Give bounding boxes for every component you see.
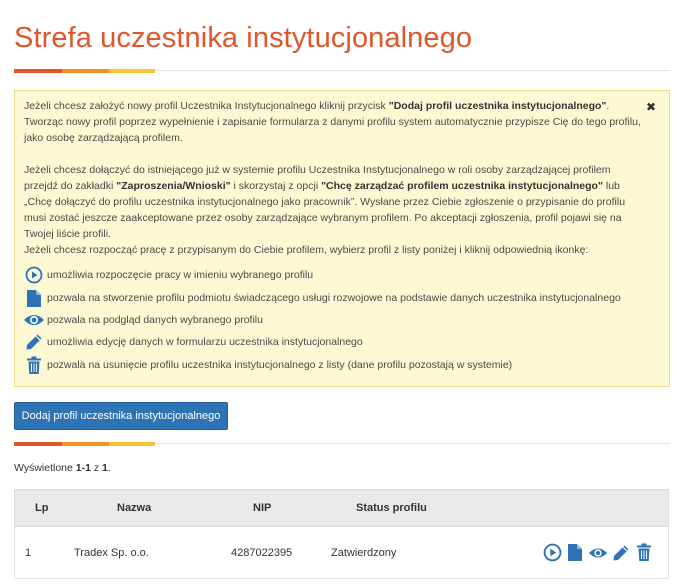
document-icon[interactable] [565,542,585,564]
info-paragraph-3: Jeżeli chcesz rozpocząć pracę z przypisa… [24,244,589,256]
cell-name: Tradex Sp. o.o. [74,546,149,559]
info-box: ✖ Jeżeli chcesz założyć nowy profil Ucze… [14,90,670,387]
legend-text: umożliwia edycję danych w formularzu ucz… [47,336,363,348]
cell-lp: 1 [25,546,32,559]
title-divider [14,69,670,73]
legend-item-preview: pozwala na podgląd danych wybranego prof… [23,310,263,330]
legend-text: pozwala na podgląd danych wybranego prof… [47,314,263,326]
profiles-table: Lp Nazwa NIP Status profilu 1 Tradex Sp.… [14,489,669,579]
info-paragraph-2: Jeżeli chcesz dołączyć do istniejącego j… [24,164,626,240]
table-header: Lp Nazwa NIP Status profilu [14,489,669,527]
legend-item-start: umożliwia rozpoczęcie pracy w imieniu wy… [23,265,313,285]
col-header-status[interactable]: Status profilu [356,490,427,526]
legend-text: pozwala na stworzenie profilu podmiotu ś… [47,292,621,304]
info-paragraph-1: Jeżeli chcesz założyć nowy profil Uczest… [24,100,641,144]
document-icon [23,288,45,308]
eye-icon [23,310,45,330]
add-profile-button[interactable]: Dodaj profil uczestnika instytucjonalneg… [14,402,228,430]
pencil-icon [23,332,45,352]
page-title: Strefa uczestnika instytucjonalnego [14,22,473,54]
eye-icon[interactable] [588,542,608,564]
section-divider [14,442,670,446]
close-icon[interactable]: ✖ [646,99,656,115]
legend-item-edit: umożliwia edycję danych w formularzu ucz… [23,332,363,352]
results-count: Wyświetlone 1-1 z 1. [14,462,111,474]
col-header-lp[interactable]: Lp [35,490,48,526]
cell-nip: 4287022395 [231,546,293,559]
cell-status: Zatwierdzony [331,546,397,559]
play-circle-icon [23,265,45,285]
pencil-icon[interactable] [611,542,631,564]
trash-icon [23,355,45,375]
row-actions [542,527,654,578]
legend-item-delete: pozwala na usunięcie profilu uczestnika … [23,355,512,375]
table-row: 1 Tradex Sp. o.o. 4287022395 Zatwierdzon… [14,527,669,579]
col-header-nip[interactable]: NIP [253,490,271,526]
legend-text: umożliwia rozpoczęcie pracy w imieniu wy… [47,269,314,281]
play-circle-icon[interactable] [542,542,562,564]
trash-icon[interactable] [634,542,654,564]
col-header-name[interactable]: Nazwa [117,490,151,526]
legend-text: pozwala na usunięcie profilu uczestnika … [47,359,513,371]
legend-item-create: pozwala na stworzenie profilu podmiotu ś… [23,288,621,308]
